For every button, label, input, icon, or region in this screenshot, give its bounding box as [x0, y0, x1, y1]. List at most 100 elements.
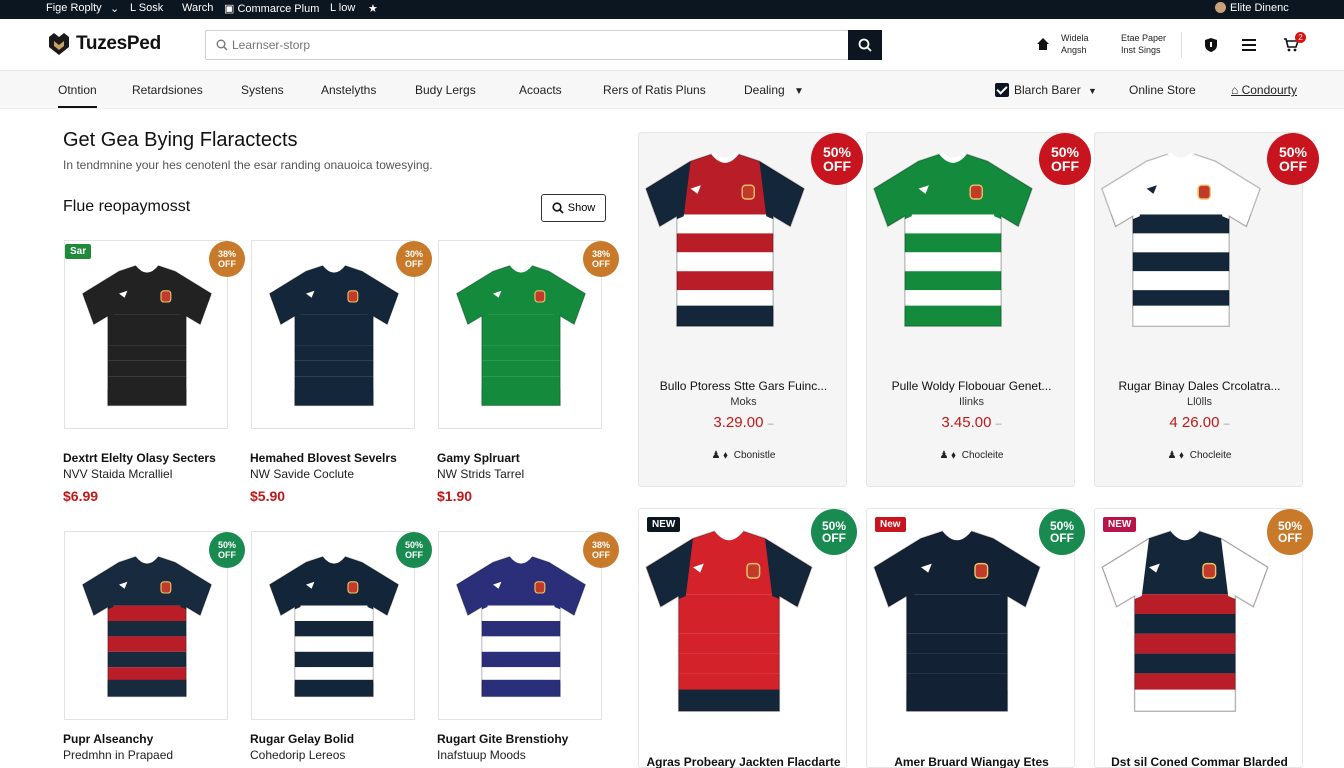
discount-text: 30%	[404, 249, 423, 259]
search-bar[interactable]	[205, 30, 849, 60]
product-brand: NW Savide Coclute	[250, 467, 355, 481]
discount-badge: 38% OFF	[583, 241, 619, 277]
online-store-link[interactable]: Online Store	[1129, 83, 1196, 97]
filter-checkbox[interactable]: Blarch Barer ▼	[995, 83, 1097, 97]
product-name[interactable]: Gamy Splruart	[437, 451, 520, 465]
home-icon[interactable]	[1036, 37, 1050, 51]
product-tag-badge: Sar	[65, 244, 92, 259]
discount-text: 50%	[822, 144, 852, 160]
discount-badge: 38% OFF	[209, 241, 245, 277]
jersey-image	[81, 555, 213, 698]
nav-item-2[interactable]: Systens	[241, 83, 284, 97]
orders-link[interactable]: Etae Paper Inst Sings	[1121, 32, 1166, 56]
search-button[interactable]	[848, 30, 882, 60]
site-logo[interactable]: TuzesPed	[46, 31, 161, 57]
product-option-label: Cbonistle	[733, 450, 776, 461]
jersey-image	[1101, 529, 1269, 712]
price-dash: –	[767, 418, 774, 430]
product-option-label: Chocleite	[961, 450, 1004, 461]
section-subheading: Flue reopaymosst	[63, 198, 191, 215]
product-option[interactable]: ♟ ⬧ Chocleite	[867, 450, 1076, 461]
discount-text: OFF	[405, 259, 423, 269]
logo-text: TuzesPed	[76, 33, 161, 54]
nav-item-4[interactable]: Budy Lergs	[415, 83, 476, 97]
nav-item-6[interactable]: Rers of Ratis Pluns	[603, 83, 706, 97]
main-nav: Otntion Retardsiones Systens Anstelyths …	[0, 71, 1344, 109]
topbar-account[interactable]: Elite Dinenc	[1215, 2, 1289, 14]
product-card[interactable]: 30% OFF	[251, 240, 432, 429]
product-price: $5.90	[250, 488, 286, 504]
topbar-link-1[interactable]: L Sosk	[130, 2, 163, 14]
discount-text: OFF	[1050, 531, 1074, 545]
discount-text: OFF	[592, 259, 610, 269]
cart-count-badge: 2	[1295, 32, 1306, 43]
discount-text: OFF	[592, 550, 610, 560]
product-name[interactable]: Dextrt Elelty Olasy Secters	[63, 451, 216, 465]
product-name[interactable]: Pupr Alseanchy	[63, 732, 153, 746]
product-option[interactable]: ♟ ⬧ Cbonistle	[639, 450, 848, 461]
topbar-link-3[interactable]: ▣ Commarce Plum	[224, 2, 319, 15]
jersey-image	[268, 264, 400, 407]
nav-item-5[interactable]: Acoacts	[519, 83, 562, 97]
discount-text: 50%	[404, 540, 423, 550]
nav-item-7-label: Dealing	[744, 83, 785, 97]
product-brand: Cohedorip Lereos	[250, 748, 346, 762]
nav-item-7[interactable]: Dealing ▼	[744, 83, 804, 97]
product-name[interactable]: Hemahed Blovest Sevelrs	[250, 451, 397, 465]
menu-icon[interactable]	[1242, 39, 1256, 51]
product-price: 3.45.00–	[867, 414, 1076, 431]
discount-badge: 50% OFF	[1039, 509, 1085, 555]
discount-badge: 30% OFF	[396, 241, 432, 277]
product-price: 3.29.00–	[639, 414, 848, 431]
person-icon: ♟ ⬧	[711, 450, 728, 461]
product-name[interactable]: Rugart Gite Brenstiohy	[437, 732, 568, 746]
product-brand: Inafstuup Moods	[437, 748, 526, 762]
jersey-image	[645, 152, 805, 327]
nav-item-3[interactable]: Anstelyths	[321, 83, 376, 97]
condourty-link[interactable]: ⌂ Condourty	[1231, 83, 1297, 97]
chevron-down-icon: ▼	[1088, 86, 1097, 96]
new-badge: NEW	[1103, 517, 1137, 532]
jersey-image	[873, 152, 1033, 327]
account-link[interactable]: Widela Angsh	[1061, 32, 1089, 56]
new-product-card[interactable]: New 50% OFF Amer Bruard Wiangay Etes	[866, 508, 1085, 768]
product-name[interactable]: Agras Probeary Jackten Flacdarte	[639, 755, 848, 768]
discount-text: OFF	[1279, 158, 1307, 174]
new-product-card[interactable]: NEW 50% OFF Dst sil Coned Commar Blarded	[1094, 508, 1313, 768]
product-card[interactable]: 50% OFF	[64, 531, 245, 720]
checkbox-icon	[995, 83, 1009, 97]
product-name[interactable]: Pulle Woldy Flobouar Genet...	[867, 379, 1076, 393]
featured-product-card[interactable]: 50% OFF Rugar Binay Dales Crcolatra... Ll0l…	[1094, 132, 1319, 487]
featured-product-card[interactable]: 50% OFF Pulle Woldy Flobouar Genet... Ilink…	[866, 132, 1091, 487]
new-product-card[interactable]: NEW 50% OFF Agras Probeary Jackten Flacdart…	[638, 508, 857, 768]
product-card[interactable]: Sar 38% OFF	[64, 240, 245, 429]
star-icon[interactable]: ★	[368, 2, 378, 15]
product-price-value: 4 26.00	[1169, 414, 1220, 431]
featured-product-card[interactable]: 50% OFF Bullo Ptoress Stte Gars Fuinc... Mo…	[638, 132, 863, 487]
product-name[interactable]: Bullo Ptoress Stte Gars Fuinc...	[639, 379, 848, 393]
search-icon	[858, 38, 872, 52]
chevron-down-icon: ⌄	[110, 3, 120, 15]
product-name[interactable]: Rugar Binay Dales Crcolatra...	[1095, 379, 1304, 393]
product-card[interactable]: 50% OFF	[251, 531, 432, 720]
shield-icon[interactable]	[1204, 37, 1218, 53]
topbar-link-0[interactable]: Fige Roplty	[46, 2, 102, 14]
product-name[interactable]: Dst sil Coned Commar Blarded	[1095, 755, 1304, 768]
product-card[interactable]: 38% OFF	[438, 531, 619, 720]
discount-text: OFF	[218, 259, 236, 269]
product-card[interactable]: 38% OFF	[438, 240, 619, 429]
nav-item-0[interactable]: Otntion	[58, 83, 97, 108]
search-input[interactable]	[232, 38, 832, 52]
product-option[interactable]: ♟ ⬧ Chocleite	[1095, 450, 1304, 461]
topbar-link-2[interactable]: Warch	[182, 2, 213, 14]
new-badge: NEW	[647, 517, 681, 532]
nav-item-1[interactable]: Retardsiones	[132, 83, 203, 97]
product-name[interactable]: Amer Bruard Wiangay Etes	[867, 755, 1076, 768]
show-button[interactable]: Show	[541, 194, 606, 222]
product-brand: NW Strids Tarrel	[437, 467, 525, 481]
person-icon: ♟ ⬧	[939, 450, 956, 461]
topbar-link-4[interactable]: L low	[330, 2, 355, 14]
product-name[interactable]: Rugar Gelay Bolid	[250, 732, 354, 746]
topbar-link-3-label: Commarce Plum	[237, 3, 320, 15]
product-price: $1.90	[437, 488, 473, 504]
